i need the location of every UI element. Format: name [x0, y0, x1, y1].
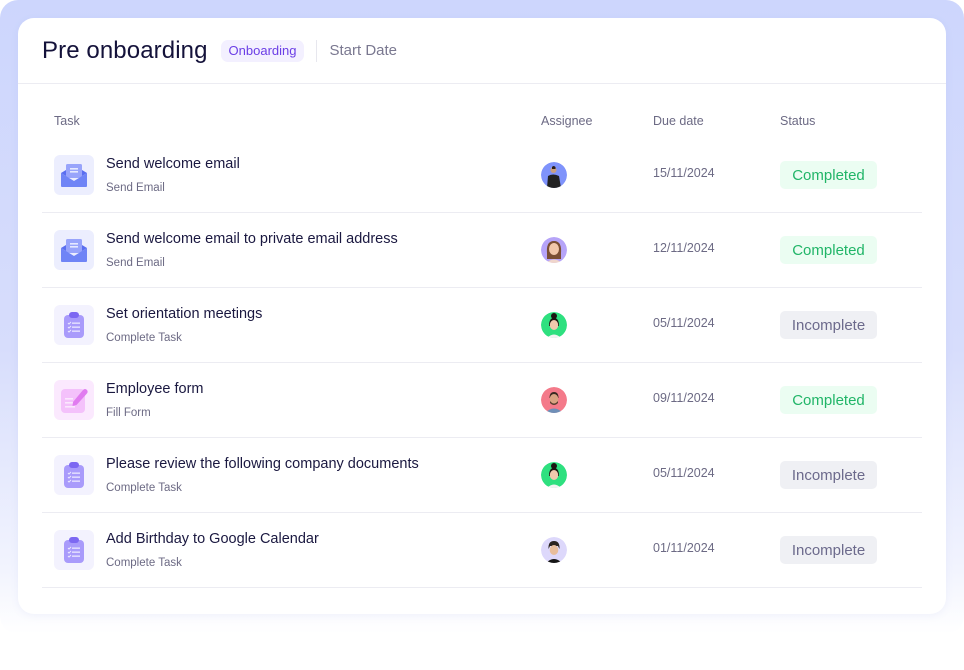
clipboard-checklist-icon — [54, 305, 94, 345]
form-pencil-icon — [54, 380, 94, 420]
status-badge: Completed — [780, 386, 877, 414]
due-date: 05/11/2024 — [653, 466, 715, 480]
task-list: Send welcome email Send Email 15/11/2024… — [42, 138, 922, 588]
clipboard-checklist-icon — [54, 530, 94, 570]
column-header-assignee[interactable]: Assignee — [541, 114, 592, 128]
table-row[interactable]: Send welcome email Send Email 15/11/2024… — [42, 138, 922, 213]
due-date: 05/11/2024 — [653, 316, 715, 330]
table-row[interactable]: Please review the following company docu… — [42, 438, 922, 513]
task-type: Fill Form — [106, 407, 151, 419]
table-row[interactable]: Set orientation meetings Complete Task 0… — [42, 288, 922, 363]
due-date: 01/11/2024 — [653, 541, 715, 555]
avatar[interactable] — [541, 237, 567, 263]
task-title[interactable]: Send welcome email to private email addr… — [106, 231, 398, 247]
avatar[interactable] — [541, 162, 567, 188]
avatar[interactable] — [541, 387, 567, 413]
onboarding-tag[interactable]: Onboarding — [220, 39, 305, 62]
card-header: Pre onboarding Onboarding Start Date — [18, 18, 946, 84]
task-title[interactable]: Send welcome email — [106, 156, 240, 172]
envelope-icon — [54, 230, 94, 270]
due-date: 09/11/2024 — [653, 391, 715, 405]
avatar[interactable] — [541, 312, 567, 338]
status-badge: Incomplete — [780, 536, 877, 564]
onboarding-card: Pre onboarding Onboarding Start Date Tas… — [18, 18, 946, 614]
status-badge: Completed — [780, 161, 877, 189]
header-divider — [316, 39, 318, 62]
task-title[interactable]: Set orientation meetings — [106, 306, 262, 322]
status-badge: Completed — [780, 236, 877, 264]
column-header-task[interactable]: Task — [54, 114, 80, 128]
column-header-status[interactable]: Status — [780, 114, 815, 128]
task-type: Complete Task — [106, 482, 182, 494]
task-type: Complete Task — [106, 557, 182, 569]
avatar[interactable] — [541, 462, 567, 488]
task-title[interactable]: Please review the following company docu… — [106, 456, 419, 472]
due-date: 12/11/2024 — [653, 241, 715, 255]
status-badge: Incomplete — [780, 461, 877, 489]
task-title[interactable]: Employee form — [106, 381, 204, 397]
start-date-label[interactable]: Start Date — [329, 42, 397, 59]
task-type: Send Email — [106, 257, 165, 269]
page-title: Pre onboarding — [42, 36, 208, 64]
table-row[interactable]: Employee form Fill Form 09/11/2024 Compl… — [42, 363, 922, 438]
status-badge: Incomplete — [780, 311, 877, 339]
clipboard-checklist-icon — [54, 455, 94, 495]
table-row[interactable]: Add Birthday to Google Calendar Complete… — [42, 513, 922, 588]
task-type: Complete Task — [106, 332, 182, 344]
table-row[interactable]: Send welcome email to private email addr… — [42, 213, 922, 288]
task-title[interactable]: Add Birthday to Google Calendar — [106, 531, 319, 547]
column-header-due-date[interactable]: Due date — [653, 114, 704, 128]
due-date: 15/11/2024 — [653, 166, 715, 180]
avatar[interactable] — [541, 537, 567, 563]
envelope-icon — [54, 155, 94, 195]
task-type: Send Email — [106, 182, 165, 194]
